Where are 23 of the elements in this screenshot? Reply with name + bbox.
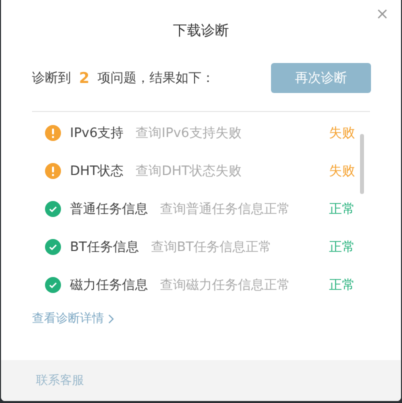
close-button[interactable]: × <box>372 4 393 23</box>
item-status: 失败 <box>329 163 355 180</box>
summary-text: 项问题，结果如下： <box>97 70 214 87</box>
item-detail: 查询BT任务信息正常 <box>150 239 273 256</box>
summary-text: 诊断到 <box>32 70 71 87</box>
item-name: DHT状态 <box>70 163 124 180</box>
item-name: 普通任务信息 <box>70 200 148 218</box>
item-name: 磁力任务信息 <box>70 277 148 294</box>
item-status: 正常 <box>329 201 355 218</box>
item-detail: 查询IPv6支持失败 <box>136 125 242 142</box>
issue-count: 2 <box>79 69 90 87</box>
item-status: 失败 <box>329 125 355 142</box>
details-link[interactable]: 查看诊断详情 <box>32 310 114 327</box>
contact-support-link[interactable]: 联系客服 <box>36 372 84 389</box>
item-detail: 查询DHT状态失败 <box>136 163 242 180</box>
item-status: 正常 <box>329 239 355 256</box>
item-detail: 查询普通任务信息正常 <box>160 200 291 218</box>
item-name: BT任务信息 <box>70 239 139 256</box>
rediagnose-button[interactable]: 再次诊断 <box>271 63 371 93</box>
item-name: IPv6支持 <box>70 125 124 142</box>
item-status: 正常 <box>329 277 355 294</box>
dialog-title: 下载诊断 <box>173 22 229 40</box>
item-detail: 查询磁力任务信息正常 <box>160 277 291 294</box>
